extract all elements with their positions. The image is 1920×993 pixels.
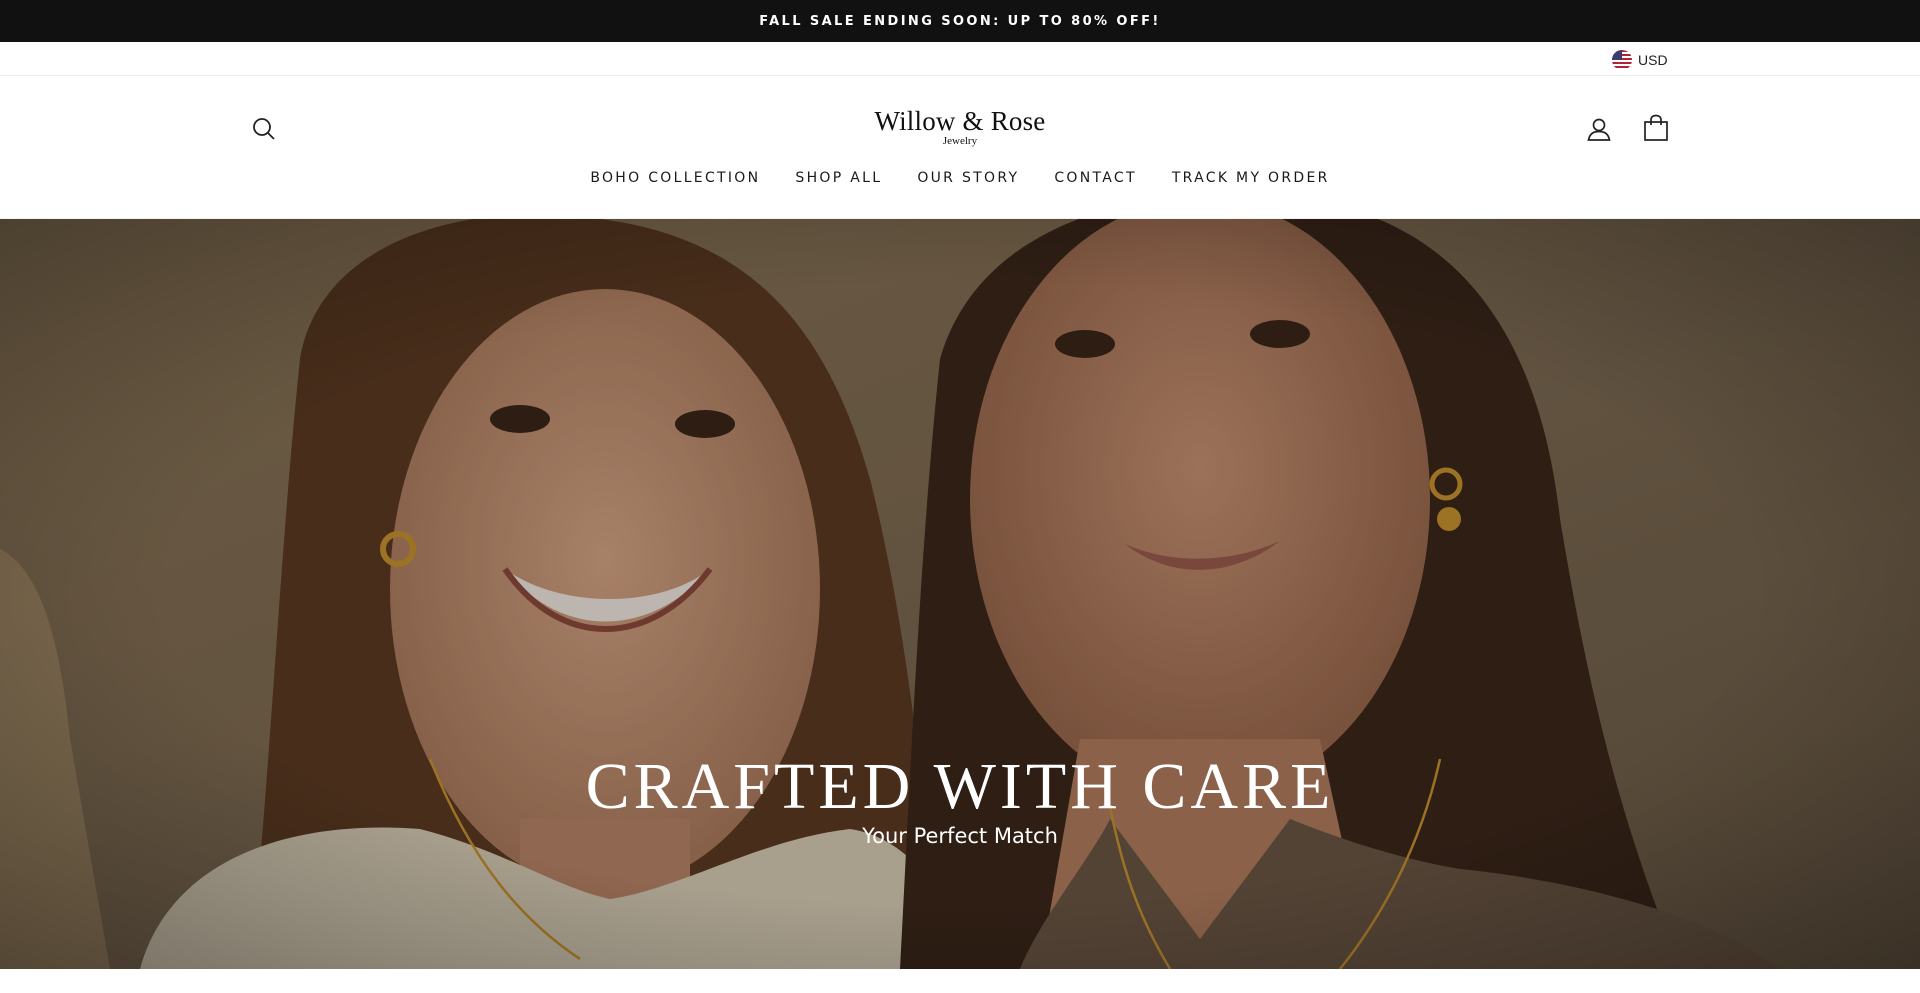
currency-code: USD bbox=[1638, 52, 1668, 68]
site-header: Willow & Rose Jewelry BOHO COLLECTION SH… bbox=[0, 76, 1920, 219]
main-navigation: BOHO COLLECTION SHOP ALL OUR STORY CONTA… bbox=[0, 170, 1920, 186]
logo-subtitle: Jewelry bbox=[942, 135, 978, 147]
hero-image bbox=[0, 219, 1920, 969]
nav-item-contact[interactable]: CONTACT bbox=[1054, 170, 1137, 186]
hero-heading: CRAFTED WITH CARE bbox=[585, 750, 1335, 823]
announcement-text: FALL SALE ENDING SOON: UP TO 80% OFF! bbox=[759, 13, 1161, 29]
us-flag-icon bbox=[1612, 50, 1632, 70]
hero-banner: CRAFTED WITH CARE Your Perfect Match bbox=[0, 219, 1920, 969]
site-logo[interactable]: Willow & Rose Jewelry bbox=[0, 106, 1920, 147]
nav-item-our-story[interactable]: OUR STORY bbox=[917, 170, 1019, 186]
hero-subheading: Your Perfect Match bbox=[862, 824, 1058, 848]
announcement-bar: FALL SALE ENDING SOON: UP TO 80% OFF! bbox=[0, 0, 1920, 42]
utility-bar: USD bbox=[0, 42, 1920, 76]
nav-item-shop-all[interactable]: SHOP ALL bbox=[795, 170, 882, 186]
nav-item-track-my-order[interactable]: TRACK MY ORDER bbox=[1172, 170, 1330, 186]
nav-item-boho-collection[interactable]: BOHO COLLECTION bbox=[590, 170, 760, 186]
page-below-hero bbox=[0, 969, 1920, 993]
user-icon[interactable] bbox=[1586, 116, 1612, 142]
shopping-bag-icon[interactable] bbox=[1643, 114, 1669, 142]
currency-selector[interactable]: USD bbox=[1612, 50, 1668, 70]
logo-name: Willow & Rose bbox=[874, 106, 1046, 136]
